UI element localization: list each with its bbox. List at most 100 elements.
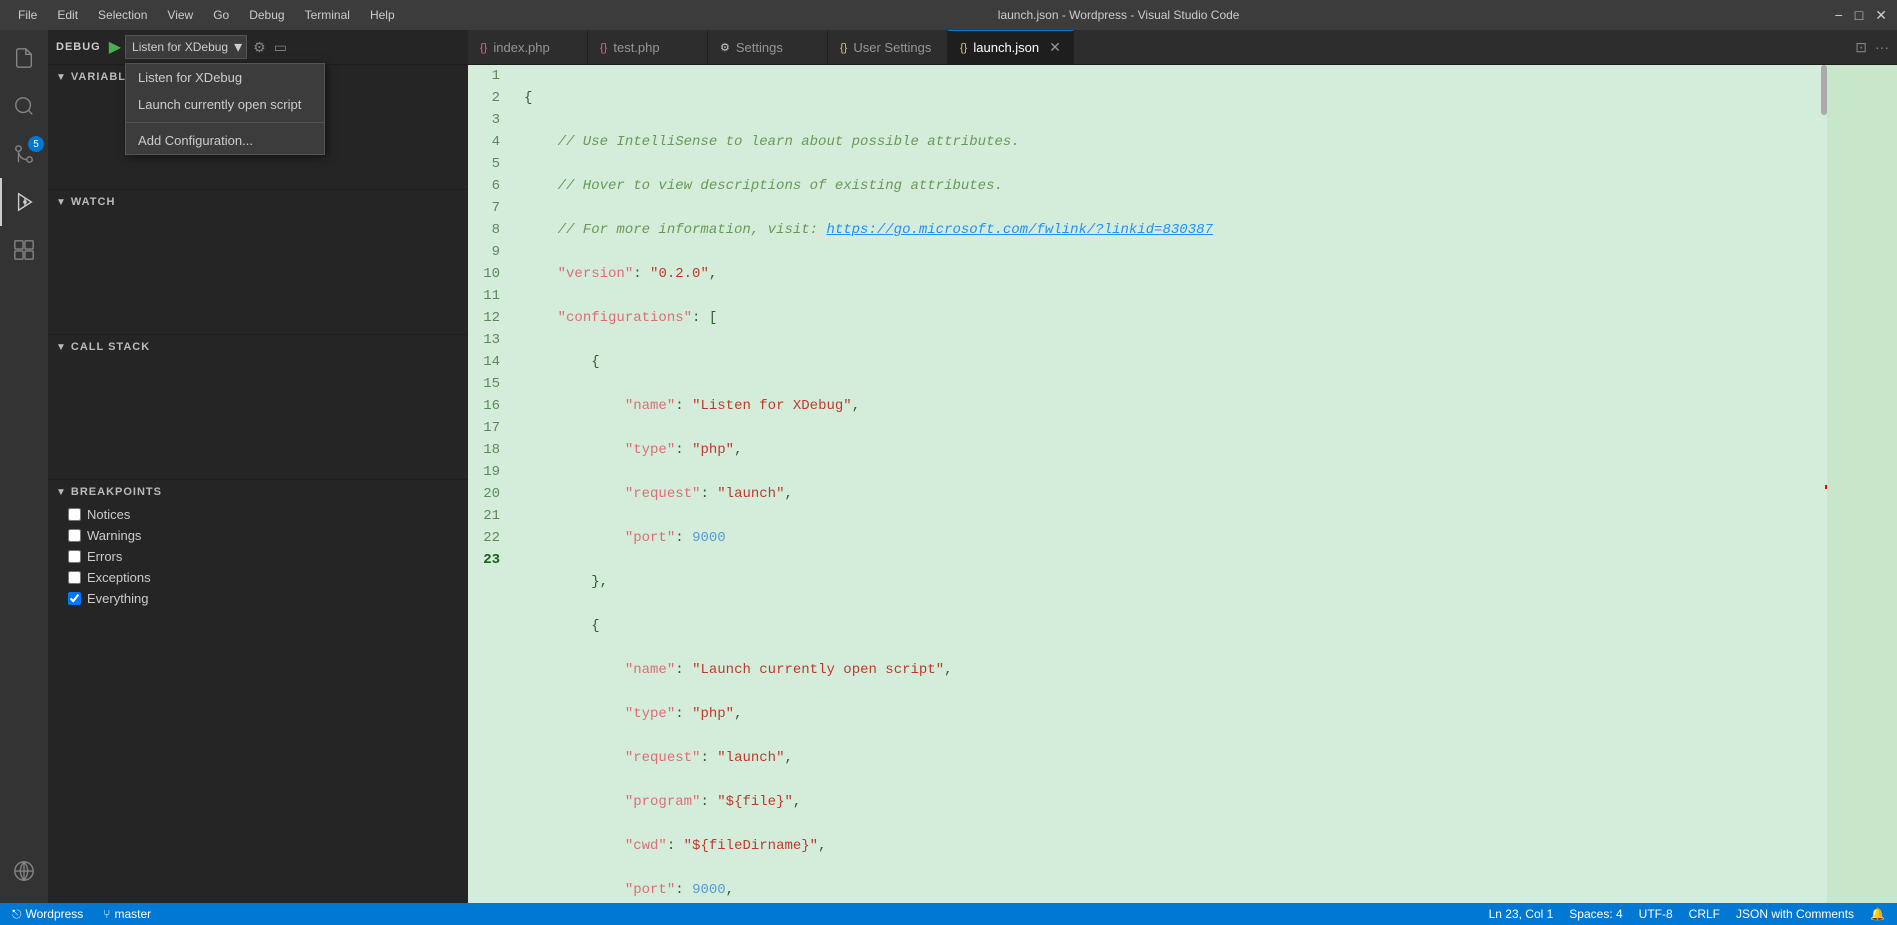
breakpoints-label: BREAKPOINTS [71,486,162,498]
breakpoint-notices-checkbox[interactable] [68,508,81,521]
debug-terminal-button[interactable]: ▭ [272,37,289,58]
breakpoint-errors: Errors [48,546,468,567]
ln-11: 11 [480,285,500,307]
code-line-19: "port": 9000, [524,879,1819,901]
activity-files[interactable] [0,34,48,82]
breakpoint-exceptions-checkbox[interactable] [68,571,81,584]
breakpoint-everything: Everything [48,588,468,609]
debug-settings-button[interactable]: ⚙ [251,37,268,58]
dropdown-item-listen-xdebug[interactable]: Listen for XDebug [126,64,324,91]
tab-launch-json-icon: {} [960,42,967,54]
debug-config-selector[interactable]: Listen for XDebug ▾ [125,35,247,59]
tab-index-php-label: index.php [493,40,549,55]
split-editor-icon[interactable]: ⊡ [1855,39,1867,56]
maximize-button[interactable]: □ [1855,7,1863,24]
ln-1: 1 [480,65,500,87]
menu-selection[interactable]: Selection [90,8,155,22]
call-stack-content [48,359,468,479]
tab-user-settings-label: User Settings [853,40,931,55]
tab-settings[interactable]: ⚙ Settings [708,30,828,64]
status-branch[interactable]: ⑂ master [99,907,155,921]
breakpoints-section: ▼ BREAKPOINTS Notices Warnings Errors [48,480,468,903]
breakpoint-errors-checkbox[interactable] [68,550,81,563]
scrollbar-thumb [1821,65,1827,115]
breakpoint-warnings-checkbox[interactable] [68,529,81,542]
tab-test-php[interactable]: {} test.php [588,30,708,64]
more-actions-icon[interactable]: ··· [1875,39,1889,55]
breakpoints-chevron: ▼ [56,487,67,498]
call-stack-header[interactable]: ▼ CALL STACK [48,335,468,359]
minimize-button[interactable]: − [1835,7,1843,24]
status-remote[interactable]: ⎋ Wordpress [8,907,87,922]
source-control-badge: 5 [28,136,44,152]
dropdown-item-launch-script[interactable]: Launch currently open script [126,91,324,118]
activity-debug[interactable] [0,178,48,226]
main-layout: 5 DEBUG ▶ [0,30,1897,903]
watch-content [48,214,468,334]
tab-launch-json-close[interactable]: ✕ [1049,39,1061,56]
breakpoint-everything-checkbox[interactable] [68,592,81,605]
code-line-6: "configurations": [ [524,307,1819,329]
activity-extensions[interactable] [0,226,48,274]
call-stack-label: CALL STACK [71,341,150,353]
close-button[interactable]: ✕ [1875,7,1887,24]
breakpoint-notices: Notices [48,504,468,525]
status-right: Ln 23, Col 1 Spaces: 4 UTF-8 CRLF JSON w… [1485,907,1889,921]
code-line-9: "type": "php", [524,439,1819,461]
ln-23: 23 [480,549,500,571]
menu-debug[interactable]: Debug [241,8,292,22]
tab-user-settings[interactable]: {} User Settings [828,30,948,64]
ln-13: 13 [480,329,500,351]
tab-launch-json[interactable]: {} launch.json ✕ [948,30,1074,64]
ln-16: 16 [480,395,500,417]
ln-8: 8 [480,219,500,241]
menu-terminal[interactable]: Terminal [297,8,358,22]
status-language[interactable]: JSON with Comments [1732,907,1858,921]
watch-chevron: ▼ [56,197,67,208]
scrollbar-marker [1825,485,1827,489]
status-position[interactable]: Ln 23, Col 1 [1485,907,1558,921]
activity-source-control[interactable]: 5 [0,130,48,178]
menu-file[interactable]: File [10,8,45,22]
ln-19: 19 [480,461,500,483]
menu-edit[interactable]: Edit [49,8,86,22]
code-line-3: // Hover to view descriptions of existin… [524,175,1819,197]
status-eol-label: CRLF [1689,907,1720,921]
code-line-2: // Use IntelliSense to learn about possi… [524,131,1819,153]
tab-bar-actions: ⊡ ··· [1855,30,1897,64]
code-line-5: "version": "0.2.0", [524,263,1819,285]
status-encoding[interactable]: UTF-8 [1635,907,1677,921]
debug-config-dropdown-container: Listen for XDebug ▾ Listen for XDebug La… [125,35,247,59]
scrollbar[interactable] [1817,65,1827,903]
breakpoint-everything-label: Everything [87,591,148,606]
tab-settings-label: Settings [736,40,783,55]
menu-help[interactable]: Help [362,8,403,22]
branch-label: master [115,907,152,921]
activity-remote[interactable] [0,847,48,895]
menu-go[interactable]: Go [205,8,237,22]
breakpoint-warnings: Warnings [48,525,468,546]
status-eol[interactable]: CRLF [1685,907,1724,921]
menu-bar: File Edit Selection View Go Debug Termin… [10,8,403,22]
code-line-12: }, [524,571,1819,593]
editor-content[interactable]: 1 2 3 4 5 6 7 8 9 10 11 12 13 14 15 16 1… [468,65,1897,903]
breakpoints-header[interactable]: ▼ BREAKPOINTS [48,480,468,504]
watch-header[interactable]: ▼ WATCH [48,190,468,214]
status-spaces[interactable]: Spaces: 4 [1565,907,1626,921]
activity-search[interactable] [0,82,48,130]
status-language-label: JSON with Comments [1736,907,1854,921]
ln-3: 3 [480,109,500,131]
code-area[interactable]: { // Use IntelliSense to learn about pos… [516,65,1827,903]
code-line-10: "request": "launch", [524,483,1819,505]
dropdown-arrow-icon: ▾ [234,37,246,57]
activity-bar: 5 [0,30,48,903]
window-title: launch.json - Wordpress - Visual Studio … [403,8,1835,22]
status-remote-label: Wordpress [26,907,84,921]
menu-view[interactable]: View [159,8,201,22]
debug-play-button[interactable]: ▶ [109,37,121,57]
tab-index-php[interactable]: {} index.php [468,30,588,64]
title-bar: File Edit Selection View Go Debug Termin… [0,0,1897,30]
status-notifications[interactable]: 🔔 [1866,907,1889,921]
status-position-label: Ln 23, Col 1 [1489,907,1554,921]
dropdown-add-config[interactable]: Add Configuration... [126,127,324,154]
